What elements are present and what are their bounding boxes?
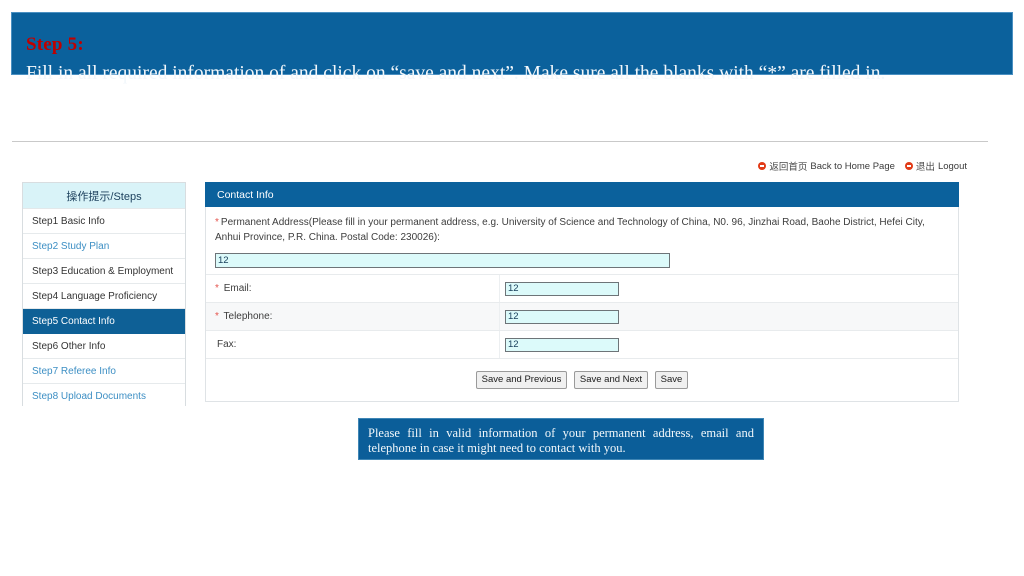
sidebar-item-step5-contact-info[interactable]: Step5 Contact Info (23, 309, 185, 334)
sidebar-item-step1-basic-info[interactable]: Step1 Basic Info (23, 209, 185, 234)
fax-label: Fax: (217, 339, 237, 350)
red-bullet-icon (904, 162, 913, 170)
steps-sidebar-header: 操作提示/Steps (23, 183, 185, 209)
hint-callout-box: Please fill in valid information of your… (358, 418, 764, 460)
logout-label-cn: 退出 (915, 162, 935, 173)
top-right-links: 返回首页 Back to Home Page 退出 Logout (758, 159, 967, 173)
contact-info-panel: Contact Info * Permanent Address(Please f… (205, 182, 959, 402)
email-field[interactable] (505, 281, 619, 296)
required-asterisk: * (215, 283, 219, 294)
form-buttons: Save and Previous Save and Next Save (206, 359, 958, 401)
sidebar-item-step2-study-plan[interactable]: Step2 Study Plan (23, 234, 185, 259)
red-bullet-icon (758, 162, 767, 170)
table-row-telephone: * Telephone: (206, 302, 958, 331)
table-row-email: * Email: (206, 275, 958, 303)
step-label: Step 5: (26, 34, 84, 55)
table-row-fax: Fax: (206, 330, 958, 359)
permanent-address-input-row (206, 245, 958, 275)
permanent-address-label: * Permanent Address(Please fill in your p… (215, 215, 939, 245)
email-label: Email: (223, 283, 252, 294)
back-to-home-page-link[interactable]: 返回首页 Back to Home Page (758, 159, 895, 173)
telephone-label-cell: * Telephone: (206, 302, 500, 331)
panel-title: Contact Info (205, 182, 959, 207)
panel-body: * Permanent Address(Please fill in your p… (205, 207, 959, 402)
permanent-address-input[interactable] (215, 253, 670, 268)
telephone-value-cell (499, 302, 958, 331)
contact-fields-table: * Email: * Telephone: Fax: (206, 275, 958, 359)
save-and-previous-button[interactable]: Save and Previous (475, 371, 568, 389)
step-instruction-text: Fill in all required information of and … (26, 63, 886, 84)
fax-field[interactable] (505, 337, 619, 352)
logout-link[interactable]: 退出 Logout (904, 159, 967, 173)
step-instruction-banner: Step 5: Fill in all required information… (11, 12, 1013, 84)
fax-value-cell (499, 330, 958, 359)
steps-sidebar: 操作提示/Steps Step1 Basic Info Step2 Study … (22, 182, 186, 406)
fax-label-cell: Fax: (206, 330, 500, 359)
email-value-cell (499, 275, 958, 303)
horizontal-divider (12, 141, 988, 142)
sidebar-item-step8-upload-documents[interactable]: Step8 Upload Documents (23, 384, 185, 406)
permanent-address-label-text: Permanent Address(Please fill in your pe… (215, 217, 925, 243)
back-to-home-page-label-en: Back to Home Page (810, 160, 895, 172)
sidebar-item-step3-education-employment[interactable]: Step3 Education & Employment (23, 259, 185, 284)
required-asterisk: * (215, 311, 219, 322)
telephone-field[interactable] (505, 309, 619, 324)
back-to-home-page-label-cn: 返回首页 (769, 162, 808, 173)
save-and-next-button[interactable]: Save and Next (573, 371, 649, 389)
sidebar-item-step7-referee-info[interactable]: Step7 Referee Info (23, 359, 185, 384)
telephone-label: Telephone: (223, 311, 273, 322)
sidebar-item-step6-other-info[interactable]: Step6 Other Info (23, 334, 185, 359)
save-button[interactable]: Save (654, 371, 689, 389)
email-label-cell: * Email: (206, 275, 500, 303)
sidebar-item-step4-language-proficiency[interactable]: Step4 Language Proficiency (23, 284, 185, 309)
hint-callout-text: Please fill in valid information of your… (368, 426, 754, 455)
logout-label-en: Logout (937, 160, 967, 172)
permanent-address-label-block: * Permanent Address(Please fill in your p… (206, 207, 958, 245)
